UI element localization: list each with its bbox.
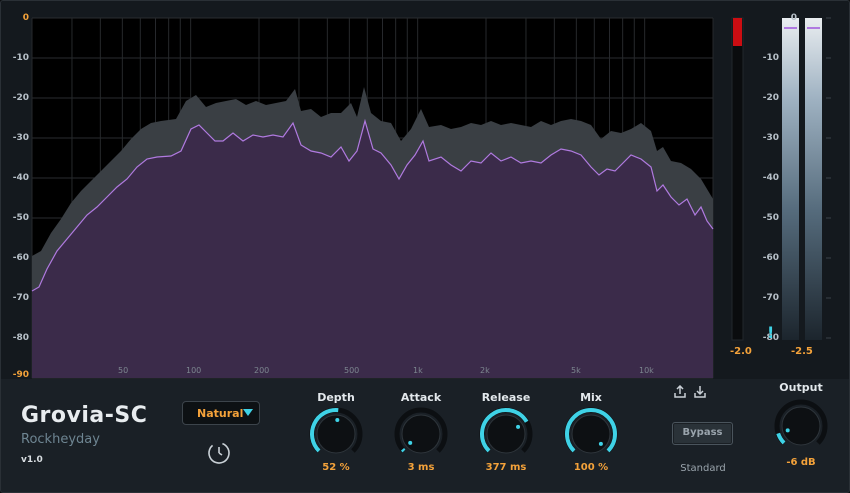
- x-axis-label: 100: [186, 366, 202, 375]
- download-icon[interactable]: [693, 385, 707, 399]
- plugin-window: 0 -10 -20 -30 -40 -50 -60 -70 -80 -90 50 100 200 500…: [0, 0, 850, 493]
- clock-icon[interactable]: [207, 441, 231, 465]
- meter-scale-label: -50: [762, 213, 779, 223]
- plugin-title: Grovia-SC: [21, 403, 148, 428]
- output-label: Output: [779, 381, 823, 394]
- depth-knob[interactable]: [307, 405, 365, 463]
- bypass-label: Bypass: [682, 427, 723, 438]
- y-axis-label: 0: [22, 13, 29, 23]
- knob-value-release: 377 ms: [485, 462, 527, 473]
- y-axis-label: -30: [12, 133, 29, 143]
- mode-dropdown-value: Natural: [197, 407, 244, 420]
- output-warning-icon: !: [767, 323, 775, 342]
- y-axis-label: -10: [12, 53, 29, 63]
- knob-label-mix: Mix: [580, 391, 602, 404]
- x-axis-label: 50: [118, 366, 129, 375]
- bypass-button[interactable]: Bypass: [672, 422, 733, 445]
- output-meter-left: [782, 18, 799, 340]
- y-axis-label: -50: [12, 213, 29, 223]
- knob-value-depth: 52 %: [322, 462, 350, 473]
- output-value: -6 dB: [786, 457, 816, 468]
- meter-scale-label: -40: [762, 173, 779, 183]
- version-label: v1.0: [21, 455, 43, 465]
- mode-dropdown[interactable]: Natural: [182, 401, 260, 425]
- meter-scale-label: -10: [762, 53, 779, 63]
- y-axis-label: -60: [12, 253, 29, 263]
- y-axis-label: -20: [12, 93, 29, 103]
- quality-selector[interactable]: Standard: [671, 463, 735, 474]
- x-axis-label: 500: [344, 366, 360, 375]
- output-meter-right: [805, 18, 822, 340]
- input-meter: [731, 17, 744, 341]
- output-meter-value: -2.5: [791, 346, 813, 357]
- x-axis-label: 2k: [480, 366, 490, 375]
- attack-knob[interactable]: [392, 405, 450, 463]
- x-axis-label: 1k: [413, 366, 423, 375]
- y-axis-label: -90: [12, 370, 29, 380]
- y-axis-label: -70: [12, 293, 29, 303]
- mix-knob[interactable]: [562, 405, 620, 463]
- meter-scale-label: 0: [790, 13, 797, 23]
- x-axis-label: 5k: [571, 366, 581, 375]
- knob-value-attack: 3 ms: [407, 462, 435, 473]
- input-meter-value: -2.0: [730, 346, 752, 357]
- meter-scale-label: -20: [762, 93, 779, 103]
- knob-label-release: Release: [481, 391, 531, 404]
- meter-scale-label: -30: [762, 133, 779, 143]
- meter-scale-label: -70: [762, 293, 779, 303]
- x-axis-label: 10k: [639, 366, 654, 375]
- x-axis-label: 200: [254, 366, 270, 375]
- input-meter-clip-indicator: [733, 18, 742, 46]
- vendor-name: Rockheyday: [21, 432, 100, 447]
- triangle-down-icon: [243, 409, 253, 416]
- meter-scale-label: -60: [762, 253, 779, 263]
- upload-icon[interactable]: [673, 385, 687, 399]
- meter-scale-label: -80: [762, 333, 779, 343]
- y-axis-label: -80: [12, 333, 29, 343]
- output-knob[interactable]: [772, 397, 830, 455]
- release-knob[interactable]: [477, 405, 535, 463]
- knob-value-mix: 100 %: [573, 462, 609, 473]
- y-axis-label: -40: [12, 173, 29, 183]
- knob-label-depth: Depth: [317, 391, 355, 404]
- knob-label-attack: Attack: [400, 391, 442, 404]
- spectrum-analyzer: [31, 17, 831, 379]
